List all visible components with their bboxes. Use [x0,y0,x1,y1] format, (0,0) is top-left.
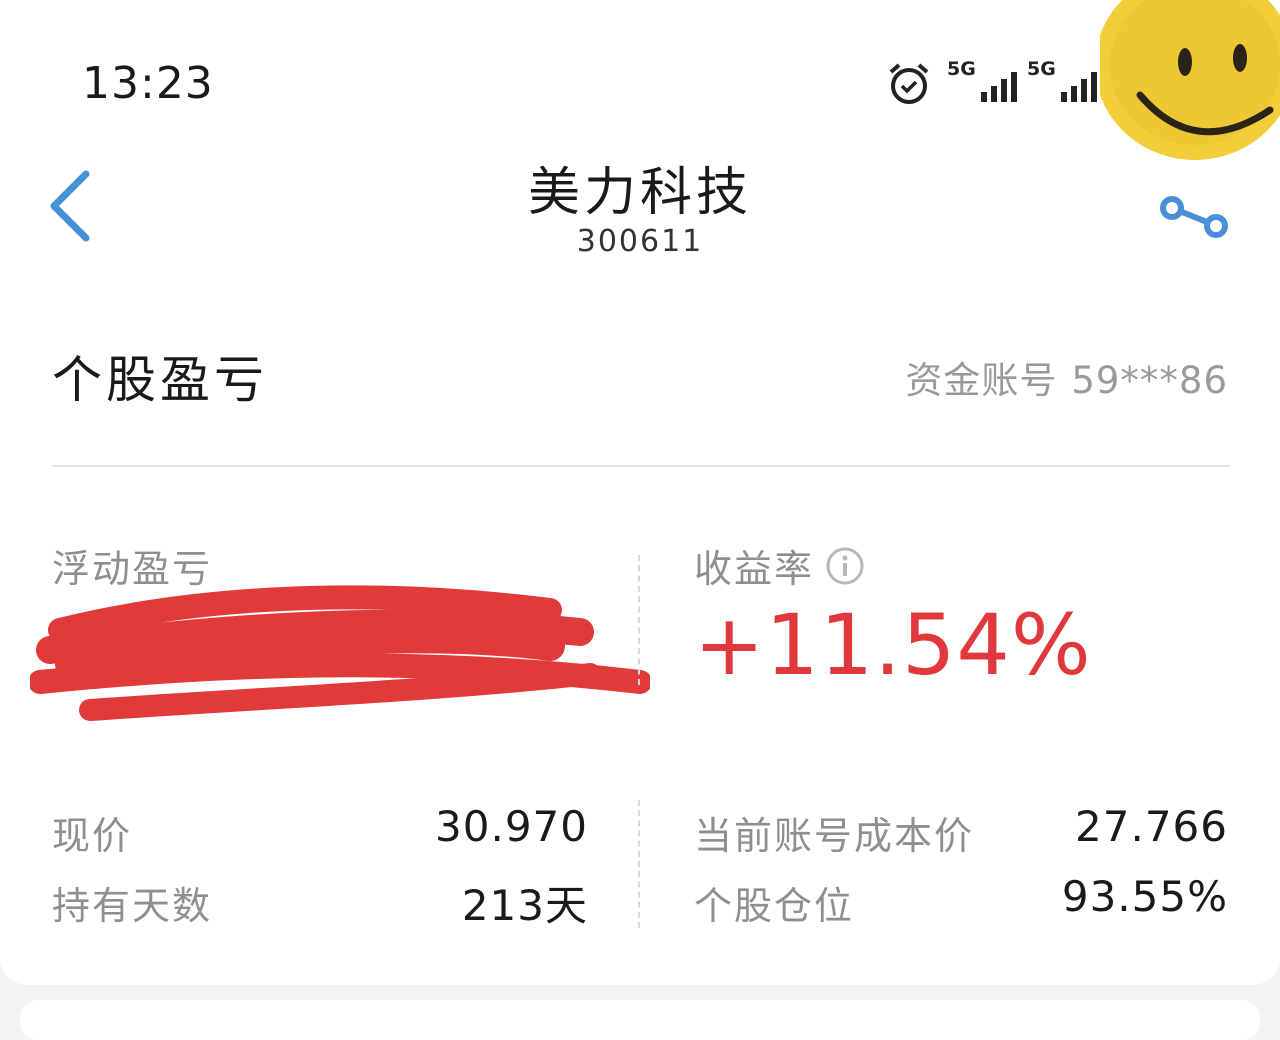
section-title: 个股盈亏 [52,351,268,409]
status-icons: 5G 5G [885,58,1105,108]
share-button[interactable] [1156,188,1236,244]
detail-separator [638,800,640,928]
signal-5g-icon: 5G [1027,58,1107,106]
metric-separator [638,555,640,685]
return-rate: +11.54% [694,596,1092,694]
account-number: 59***86 [1071,359,1228,402]
signal-5g-icon: 5G [947,58,1027,106]
stock-code: 300611 [576,224,704,259]
holding-days-value: 213天 [461,881,588,930]
smiley-sticker [1100,0,1280,160]
current-price-label: 现价 [52,814,133,858]
position-value: 93.55% [1061,872,1228,921]
return-label: 收益率 [694,547,815,591]
current-price-value: 30.970 [435,802,588,851]
divider [52,465,1230,467]
redaction-scribble [30,585,650,721]
share-icon [1160,196,1228,238]
next-card-edge [20,1000,1260,1040]
account-info: 资金账号 59***86 [905,350,1228,404]
status-time: 13:23 [82,58,214,109]
stock-pl-card: 13:23 5G 5G 美力科技 300611 个股盈亏 资金账号 59***8… [0,0,1280,985]
holding-days-label: 持有天数 [52,884,213,928]
cost-price-label: 当前账号成本价 [694,814,975,858]
alarm-icon [885,60,933,112]
position-label: 个股仓位 [694,884,855,928]
cost-price-value: 27.766 [1075,802,1228,851]
account-label: 资金账号 [905,359,1058,402]
info-icon[interactable] [824,545,866,591]
stock-name: 美力科技 [527,163,752,223]
